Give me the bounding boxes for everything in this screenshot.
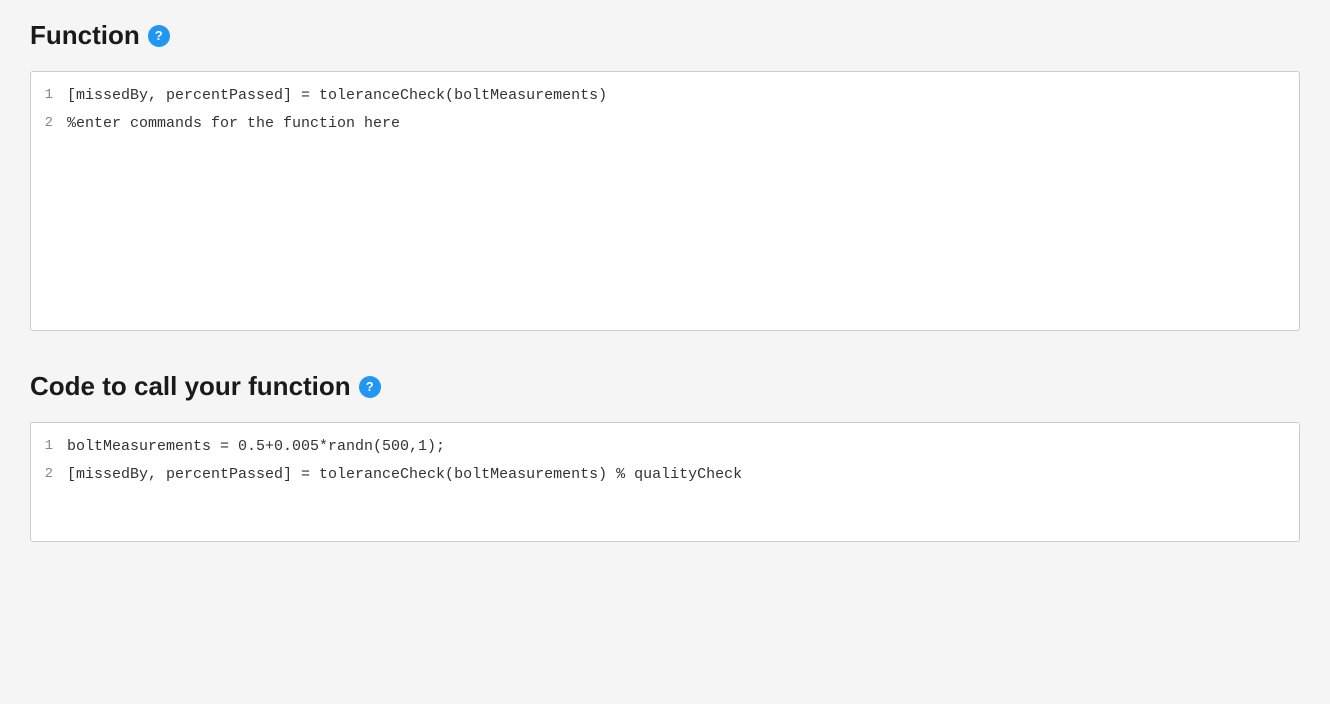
function-line-number-1: 1	[31, 84, 67, 106]
call-title-text: Code to call your function	[30, 371, 351, 402]
call-line-content-2: [missedBy, percentPassed] = toleranceChe…	[67, 463, 742, 487]
function-help-icon[interactable]: ?	[148, 25, 170, 47]
call-code-line-2: 2 [missedBy, percentPassed] = toleranceC…	[31, 461, 1299, 489]
function-line-number-2: 2	[31, 112, 67, 134]
call-line-number-1: 1	[31, 435, 67, 457]
call-help-icon[interactable]: ?	[359, 376, 381, 398]
function-section-title: Function ?	[30, 20, 1300, 51]
function-code-line-2: 2 %enter commands for the function here	[31, 110, 1299, 138]
function-line-content-1: [missedBy, percentPassed] = toleranceChe…	[67, 84, 607, 108]
function-title-text: Function	[30, 20, 140, 51]
function-code-line-1: 1 [missedBy, percentPassed] = toleranceC…	[31, 82, 1299, 110]
call-line-content-1: boltMeasurements = 0.5+0.005*randn(500,1…	[67, 435, 445, 459]
call-code-editor[interactable]: 1 boltMeasurements = 0.5+0.005*randn(500…	[30, 422, 1300, 542]
call-code-line-1: 1 boltMeasurements = 0.5+0.005*randn(500…	[31, 433, 1299, 461]
call-line-number-2: 2	[31, 463, 67, 485]
call-section-title: Code to call your function ?	[30, 371, 1300, 402]
function-code-editor[interactable]: 1 [missedBy, percentPassed] = toleranceC…	[30, 71, 1300, 331]
function-line-content-2: %enter commands for the function here	[67, 112, 400, 136]
